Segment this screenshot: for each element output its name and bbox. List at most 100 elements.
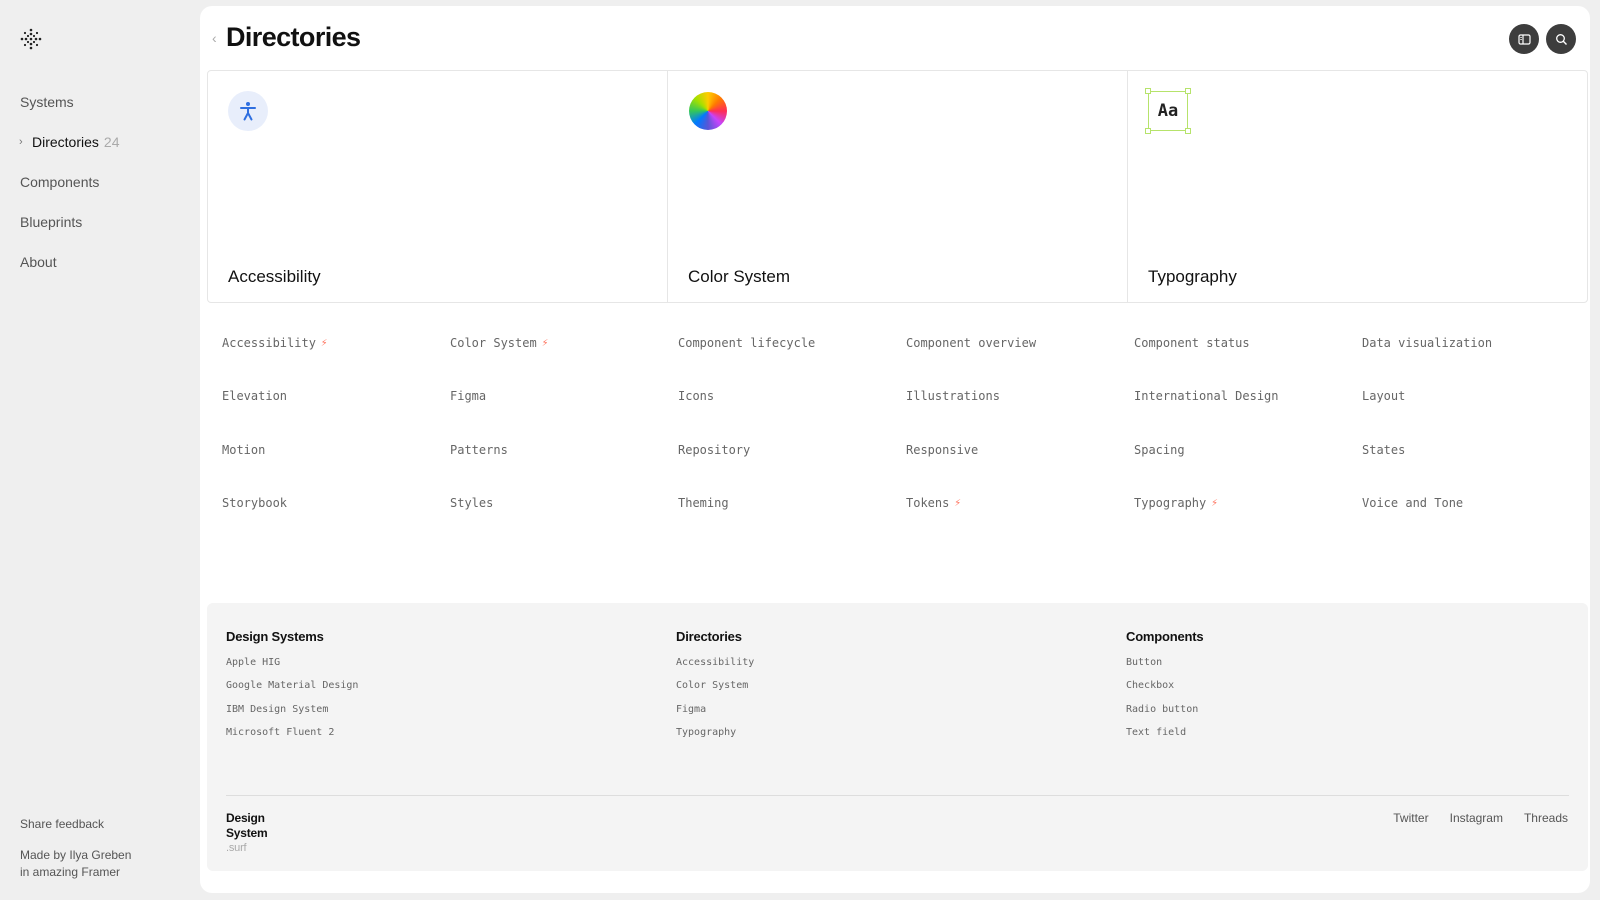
footer-link[interactable]: Radio button [1126,698,1203,721]
footer-link[interactable]: Typography [676,721,754,744]
lightning-bolt-icon: ⚡ [320,336,328,349]
social-links: Twitter Instagram Threads [1393,811,1568,825]
threads-link[interactable]: Threads [1524,811,1568,825]
directory-item[interactable]: Icons [678,389,906,442]
directory-item[interactable]: Data visualization [1362,336,1590,389]
footer-link[interactable]: Checkbox [1126,674,1203,697]
featured-cards: Accessibility Color System Aa Typography [207,70,1588,303]
directory-item[interactable]: Figma [450,389,678,442]
directory-item-label: Color System [450,336,537,350]
directory-item[interactable]: Color System ⚡ [450,336,678,389]
footer-heading: Directories [676,629,742,644]
footer-link[interactable]: Button [1126,651,1203,674]
directory-item[interactable]: Component status [1134,336,1362,389]
sidebar-nav: Systems › Directories 24 Components Blue… [19,82,120,282]
footer-link[interactable]: Color System [676,674,754,697]
card-typography[interactable]: Aa Typography [1128,71,1587,302]
sidebar-item-systems[interactable]: Systems [20,82,119,122]
directory-item-label: Component lifecycle [678,336,816,350]
brand-line2: System [226,826,268,840]
directory-item[interactable]: Patterns [450,443,678,496]
directory-item[interactable]: Responsive [906,443,1134,496]
sidebar-toggle-button[interactable] [1509,24,1539,54]
chevron-left-icon[interactable]: ‹ [212,30,226,46]
directory-item-label: Theming [678,495,729,510]
directory-item-label: Illustrations [906,389,1000,404]
directories-count: 24 [103,134,120,150]
footer-link[interactable]: IBM Design System [226,698,358,721]
selection-handle [1185,128,1191,134]
page-title: Directories [226,22,361,52]
card-label: Typography [1148,267,1237,286]
directory-item[interactable]: Repository [678,443,906,496]
card-accessibility[interactable]: Accessibility [208,71,668,302]
directory-item[interactable]: States [1362,443,1590,496]
directory-item[interactable]: Tokens ⚡ [906,496,1134,549]
footer-link[interactable]: Microsoft Fluent 2 [226,721,358,744]
directory-item[interactable]: Elevation [222,389,450,442]
card-color-system[interactable]: Color System [668,71,1128,302]
lightning-bolt-icon: ⚡ [541,336,549,349]
directory-item[interactable]: Voice and Tone [1362,496,1590,549]
footer-link[interactable]: Google Material Design [226,674,358,697]
made-by-credit[interactable]: Made by Ilya Greben in amazing Framer [20,847,131,881]
twitter-link[interactable]: Twitter [1393,811,1428,825]
directory-item[interactable]: Illustrations [906,389,1134,442]
scrollbar[interactable] [1592,6,1598,893]
directory-item-label: Patterns [450,442,508,457]
directory-item[interactable]: Accessibility ⚡ [222,336,450,389]
typography-icon: Aa [1145,88,1191,134]
directory-item-label: Component status [1134,336,1250,350]
directory-item-label: Component overview [906,336,1037,350]
footer-link[interactable]: Figma [676,698,754,721]
directory-item-label: States [1362,442,1406,457]
directory-item[interactable]: Styles [450,496,678,549]
directory-item[interactable]: International Design [1134,389,1362,442]
footer-brand-logo[interactable]: Design System .surf [226,811,268,856]
sparkle-dots-icon[interactable] [20,28,42,50]
directory-item[interactable]: Storybook [222,496,450,549]
footer-link[interactable]: Accessibility [676,651,754,674]
selection-handle [1145,128,1151,134]
directory-item[interactable]: Component overview [906,336,1134,389]
directory-item-label: Responsive [906,442,979,457]
directory-item[interactable]: Typography ⚡ [1134,496,1362,549]
directory-item-label: Tokens [906,495,950,510]
footer-link[interactable]: Apple HIG [226,651,358,674]
footer-divider [226,795,1569,796]
footer-link[interactable]: Text field [1126,721,1203,744]
sidebar-item-about[interactable]: About [20,242,119,282]
card-label: Color System [688,267,791,286]
color-wheel-icon [689,92,727,130]
directory-item-label: Voice and Tone [1362,495,1464,510]
directory-item-label: Accessibility [222,336,316,350]
lightning-bolt-icon: ⚡ [954,495,961,509]
made-by-line2: in amazing Framer [20,865,121,879]
selection-handle [1185,88,1191,94]
directory-item-label: International Design [1134,389,1279,404]
directory-item-label: Typography [1134,495,1207,510]
sidebar-item-blueprints[interactable]: Blueprints [20,202,119,242]
directory-item[interactable]: Layout [1362,389,1590,442]
directory-item-label: Icons [678,389,715,404]
directory-item-label: Spacing [1134,442,1185,457]
sidebar-item-directories[interactable]: › Directories 24 [19,122,120,162]
directory-item-label: Elevation [222,389,288,404]
share-feedback-link[interactable]: Share feedback [20,816,104,833]
directory-item[interactable]: Theming [678,496,906,549]
directory-item-label: Motion [222,442,266,457]
search-button[interactable] [1546,24,1576,54]
directory-grid: Accessibility ⚡ Color System ⚡ Component lif… [222,336,1590,549]
sidebar-item-label: Components [20,174,100,190]
directory-item[interactable]: Spacing [1134,443,1362,496]
directory-item[interactable]: Motion [222,443,450,496]
lightning-bolt-icon: ⚡ [1211,495,1218,509]
search-icon [1555,33,1567,45]
directory-item[interactable]: Component lifecycle [678,336,906,389]
instagram-link[interactable]: Instagram [1450,811,1503,825]
typography-icon-text: Aa [1157,101,1179,121]
chevron-right-icon: › [19,136,23,148]
sidebar-item-components[interactable]: Components [20,162,119,202]
sidebar-item-label: About [20,254,57,270]
sidebar: Systems › Directories 24 Components Blue… [0,0,200,900]
